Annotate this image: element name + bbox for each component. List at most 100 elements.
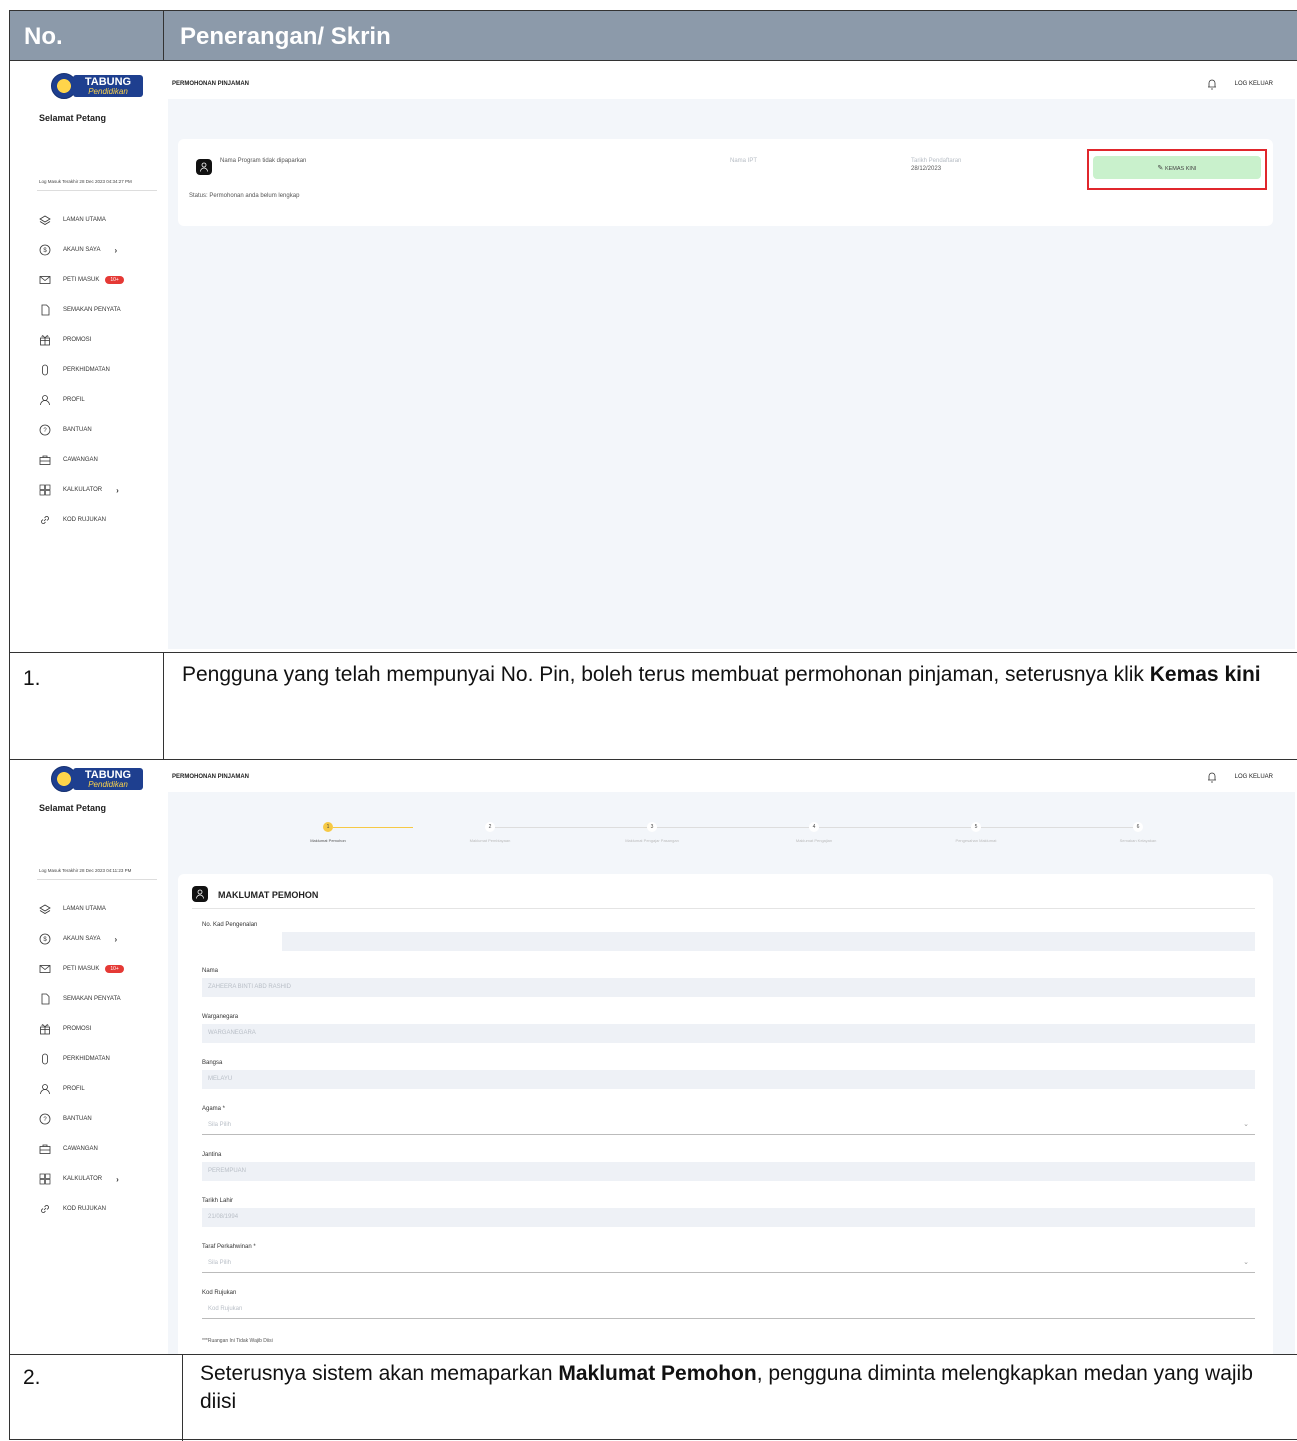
sidebar-item-label: KALKULATOR [63,1176,103,1182]
screenshot-1: TABUNG Pendidikan Selamat Petang Log Masu… [15,69,1295,649]
status-text: Status: Permohonan anda belum lengkap [189,193,300,199]
svg-text:$: $ [43,248,47,254]
field-tarikh-lahir[interactable]: 21/08/1994 [202,1208,1255,1227]
chevron-right-icon: › [116,485,119,495]
step-number-2: 2. [23,1366,41,1389]
avatar-icon [192,886,208,902]
sidebar-item-akaun-saya[interactable]: $ AKAUN SAYA › [39,932,117,946]
sidebar-item-promosi[interactable]: PROMOSI [39,1022,91,1036]
step-number-1: 1. [23,667,41,690]
sidebar-item-kalkulator[interactable]: KALKULATOR › [39,483,119,497]
sidebar-item-akaun-saya[interactable]: $ AKAUN SAYA › [39,243,117,257]
document-icon [39,304,51,316]
logout-link[interactable]: LOG KELUAR [1235,774,1273,780]
field-jantina[interactable]: PEREMPUAN [202,1162,1255,1181]
sidebar-item-bantuan[interactable]: ? BANTUAN [39,423,92,437]
field-label: Tarikh Lahir [202,1198,234,1204]
inbox-count-badge: 10+ [105,965,124,973]
sidebar-item-label: CAWANGAN [63,1146,98,1152]
screenshot-2: TABUNG Pendidikan Selamat Petang Log Masu… [15,762,1295,1354]
stepper-step-1[interactable]: 1 Maklumat Pemohon [288,822,368,843]
sidebar-item-label: KALKULATOR [63,487,103,493]
sidebar-item-profil[interactable]: PROFIL [39,393,85,407]
page-title: PERMOHONAN PINJAMAN [172,81,250,87]
field-label: No. Kad Pengenalan [202,922,258,928]
sidebar-item-label: PETI MASUK [63,966,100,972]
sidebar-item-promosi[interactable]: PROMOSI [39,333,91,347]
stepper-step-5[interactable]: 5 Pengesahan Maklumat [936,822,1016,843]
sidebar-item-label: AKAUN SAYA [63,247,101,253]
sidebar-item-label: SEMAKAN PENYATA [63,307,121,313]
ipt-name: Nama IPT [730,158,758,164]
field-nama[interactable]: ZAHEERA BINTI ABD RASHID [202,978,1255,997]
field-taraf-perkahwinan[interactable]: Sila Pilih ⌄ [202,1254,1255,1273]
chevron-down-icon: ⌄ [1243,1259,1249,1266]
page-title: PERMOHONAN PINJAMAN [172,774,250,780]
field-label: Bangsa [202,1060,223,1066]
chevron-right-icon: › [116,1174,119,1184]
date-value: 28/12/2023 [911,166,942,172]
tabung-logo: TABUNG Pendidikan [51,766,143,792]
link-icon [39,1203,51,1215]
section-title: MAKLUMAT PEMOHON [218,890,319,900]
sidebar-item-label: AKAUN SAYA [63,936,101,942]
stepper-step-3[interactable]: 3 Maklumat Pengajar Pasangan [612,822,692,843]
sidebar-item-cawangan[interactable]: CAWANGAN [39,1142,98,1156]
top-bar: PERMOHONAN PINJAMAN LOG KELUAR [168,69,1295,99]
sidebar-item-perkhidmatan[interactable]: PERKHIDMATAN [39,363,110,377]
sidebar-item-peti-masuk[interactable]: PETI MASUK 10+ [39,962,124,976]
sidebar-item-label: PROMOSI [63,337,92,343]
sidebar-item-cawangan[interactable]: CAWANGAN [39,453,98,467]
sidebar-item-bantuan[interactable]: ? BANTUAN [39,1112,92,1126]
sidebar-item-kalkulator[interactable]: KALKULATOR › [39,1172,119,1186]
sidebar-item-label: PETI MASUK [63,277,100,283]
sidebar-item-label: SEMAKAN PENYATA [63,996,121,1002]
step-description-2: Seterusnya sistem akan memaparkan Maklum… [200,1362,1253,1413]
user-icon [39,1083,51,1095]
layers-icon [39,903,51,915]
sidebar-item-profil[interactable]: PROFIL [39,1082,85,1096]
program-name: Nama Program tidak dipaparkan [220,158,307,164]
stepper-step-6[interactable]: 6 Semakan Kelayakan [1098,822,1178,843]
sidebar-item-label: PROFIL [63,1086,85,1092]
field-agama[interactable]: Sila Pilih ⌄ [202,1116,1255,1135]
sidebar-item-laman-utama[interactable]: LAMAN UTAMA [39,213,106,227]
stepper-step-4[interactable]: 4 Maklumat Pengajian [774,822,854,843]
briefcase-icon [39,454,51,466]
sidebar-item-laman-utama[interactable]: LAMAN UTAMA [39,902,106,916]
applicant-form-card: MAKLUMAT PEMOHON No. Kad Pengenalan Nama Z… [178,874,1273,1354]
bell-icon[interactable] [1207,78,1217,90]
sidebar-item-label: KOD RUJUKAN [63,1206,107,1212]
tabung-logo: TABUNG Pendidikan [51,73,143,99]
sidebar-item-label: LAMAN UTAMA [63,906,106,912]
greeting: Selamat Petang [39,803,107,813]
dollar-circle-icon: $ [39,244,51,256]
highlight-box [1087,149,1267,190]
sidebar-item-label: KOD RUJUKAN [63,517,107,523]
sidebar-item-kod-rujukan[interactable]: KOD RUJUKAN [39,513,106,527]
sidebar-item-peti-masuk[interactable]: PETI MASUK 10+ [39,273,124,287]
field-warganegara[interactable]: WARGANEGARA [202,1024,1255,1043]
avatar-icon [196,159,212,175]
field-label: Warganegara [202,1014,239,1020]
briefcase-icon [39,1143,51,1155]
field-kod-rujukan[interactable]: Kod Rujukan [202,1300,1255,1319]
chevron-down-icon: ⌄ [1243,1121,1249,1128]
sidebar-item-semakan-penyata[interactable]: SEMAKAN PENYATA [39,303,121,317]
sidebar-item-label: PROFIL [63,397,85,403]
sidebar-item-kod-rujukan[interactable]: KOD RUJUKAN [39,1202,106,1216]
link-icon [39,514,51,526]
logout-link[interactable]: LOG KELUAR [1235,81,1273,87]
stepper-step-2[interactable]: 2 Maklumat Pembiayaan [450,822,530,843]
svg-text:$: $ [43,937,47,943]
field-no-kad-pengenalan[interactable] [202,932,1255,951]
field-bangsa[interactable]: MELAYU [202,1070,1255,1089]
sidebar-item-label: BANTUAN [63,427,92,433]
header-col-desc: Penerangan/ Skrin [180,23,391,50]
mail-icon [39,274,51,286]
sidebar-item-semakan-penyata[interactable]: SEMAKAN PENYATA [39,992,121,1006]
sidebar-item-perkhidmatan[interactable]: PERKHIDMATAN [39,1052,110,1066]
document-icon [39,993,51,1005]
bell-icon[interactable] [1207,771,1217,783]
main-content: 1 Maklumat Pemohon 2 Maklumat Pembiayaan 3 Ma… [168,792,1295,1354]
